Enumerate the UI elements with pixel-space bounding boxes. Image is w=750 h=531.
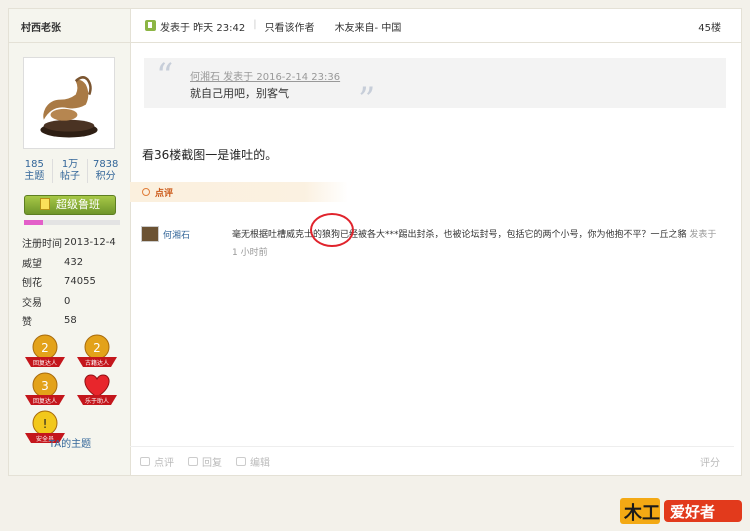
rank-label: 超级鲁班	[56, 198, 100, 211]
horse-sculpture-image	[27, 61, 111, 145]
author-info-list: 注册时间 2013-12-4 威望 432 刨花 74055 交易 0 赞 58	[22, 233, 126, 331]
rating-label: 点评	[155, 189, 174, 199]
red-annotation-circle	[310, 213, 354, 247]
reply-medal-icon[interactable]: 3 回复达人	[23, 371, 67, 407]
author-sidebar: 村西老张 185 主题 1万 帖子 7838 积分 超级鲁班 注册时间 2013…	[9, 9, 131, 475]
rank-progress-fill	[24, 220, 44, 225]
info-value: 0	[64, 295, 71, 307]
post-body: 看36楼截图一是谁吐的。	[142, 148, 278, 162]
quote-text: 就自己用吧，别客气	[190, 87, 289, 100]
close-quote-icon: ”	[358, 80, 376, 120]
divider: |	[253, 19, 257, 30]
svg-text:2: 2	[93, 341, 101, 355]
open-quote-icon: “	[156, 56, 174, 96]
post-actions: 点评 回复 编辑 评分	[130, 446, 734, 476]
stat-label: 主题	[24, 171, 45, 182]
comment-posted-label: 发表于	[689, 230, 717, 240]
action-label: 回复	[202, 458, 222, 469]
svg-text:木工: 木工	[623, 502, 660, 524]
author-stats: 185 主题 1万 帖子 7838 积分	[17, 159, 123, 183]
action-label: 编辑	[250, 458, 270, 469]
rank-badge[interactable]: 超级鲁班	[24, 195, 116, 215]
medal-list: 2 回复达人 2 古籍达人 3 回复达人 乐于助人 ! 安全员	[23, 333, 123, 447]
score-action[interactable]: 评分	[700, 454, 720, 469]
comment-time: 1 小时前	[232, 248, 268, 258]
ancient-book-medal-icon[interactable]: 2 古籍达人	[75, 333, 119, 369]
info-value: 432	[64, 256, 84, 268]
info-key: 交易	[22, 297, 42, 309]
svg-text:2: 2	[41, 341, 49, 355]
info-key: 威望	[22, 258, 42, 270]
action-label: 点评	[154, 458, 174, 469]
svg-text:爱好者: 爱好者	[670, 503, 715, 521]
svg-text:回复达人: 回复达人	[33, 359, 57, 367]
reply-icon	[188, 457, 198, 466]
post-status-icon	[145, 20, 156, 31]
post-header: 发表于 昨天 23:42 | 只看该作者 木友来自- 中国 45楼	[131, 9, 741, 43]
info-value: 74055	[64, 276, 96, 288]
info-row: 威望 432	[22, 253, 126, 273]
author-name[interactable]: 村西老张	[9, 9, 130, 43]
rank-icon	[40, 198, 50, 210]
info-key: 刨花	[22, 278, 42, 290]
comment-username[interactable]: 何湘石	[163, 228, 190, 241]
edit-action[interactable]: 编辑	[236, 454, 270, 469]
info-key: 注册时间	[22, 239, 62, 251]
avatar[interactable]	[23, 57, 115, 149]
stat-posts[interactable]: 1万 帖子	[53, 159, 89, 183]
stat-topics[interactable]: 185 主题	[17, 159, 53, 183]
stat-value: 185	[24, 159, 44, 170]
svg-text:乐于助人: 乐于助人	[85, 397, 109, 405]
svg-text:!: !	[43, 417, 48, 431]
rate-action[interactable]: 点评	[140, 454, 174, 469]
reply-medal-icon[interactable]: 2 回复达人	[23, 333, 67, 369]
comment-body: 毫无根据吐槽威克士的狼狗已经被各大***踢出封杀，也被论坛封号，包括它的两个小号…	[232, 230, 687, 240]
svg-text:回复达人: 回复达人	[33, 397, 57, 405]
post-time: 发表于 昨天 23:42	[160, 23, 246, 34]
stat-label: 帖子	[60, 171, 80, 182]
info-row: 赞 58	[22, 311, 126, 331]
svg-text:古籍达人: 古籍达人	[85, 359, 109, 367]
stat-points[interactable]: 7838 积分	[88, 159, 123, 183]
site-watermark-logo: 木工 爱好者	[620, 494, 744, 526]
quote-meta-link[interactable]: 何湘石 发表于 2016-2-14 23:36	[190, 68, 340, 83]
comment-avatar[interactable]	[141, 226, 159, 242]
heart-medal-icon[interactable]: 乐于助人	[75, 371, 119, 407]
stat-value: 1万	[61, 159, 79, 170]
stat-value: 7838	[92, 159, 119, 170]
svg-text:3: 3	[41, 379, 49, 393]
ta-topics-link[interactable]: TA的主题	[9, 435, 131, 450]
info-row: 注册时间 2013-12-4	[22, 233, 126, 253]
rank-progress-bar	[24, 220, 120, 225]
info-key: 赞	[22, 317, 32, 329]
comment-circle-icon	[142, 188, 150, 196]
rating-section-header: 点评	[130, 182, 348, 202]
info-row: 刨花 74055	[22, 272, 126, 292]
quote-block: “ 何湘石 发表于 2016-2-14 23:36 就自己用吧，别客气 ”	[144, 56, 726, 120]
floor-number[interactable]: 45楼	[698, 19, 721, 34]
comment-text: 毫无根据吐槽威克士的狼狗已经被各大***踢出封杀，也被论坛封号，包括它的两个小号…	[232, 227, 716, 240]
post-origin: 木友来自- 中国	[334, 23, 402, 34]
info-value: 58	[64, 315, 77, 327]
stat-label: 积分	[95, 171, 116, 182]
comment-icon	[140, 457, 150, 466]
info-row: 交易 0	[22, 292, 126, 312]
pencil-icon	[236, 457, 246, 466]
info-value: 2013-12-4	[64, 237, 116, 249]
reply-action[interactable]: 回复	[188, 454, 222, 469]
only-author-link[interactable]: 只看该作者	[265, 19, 315, 34]
